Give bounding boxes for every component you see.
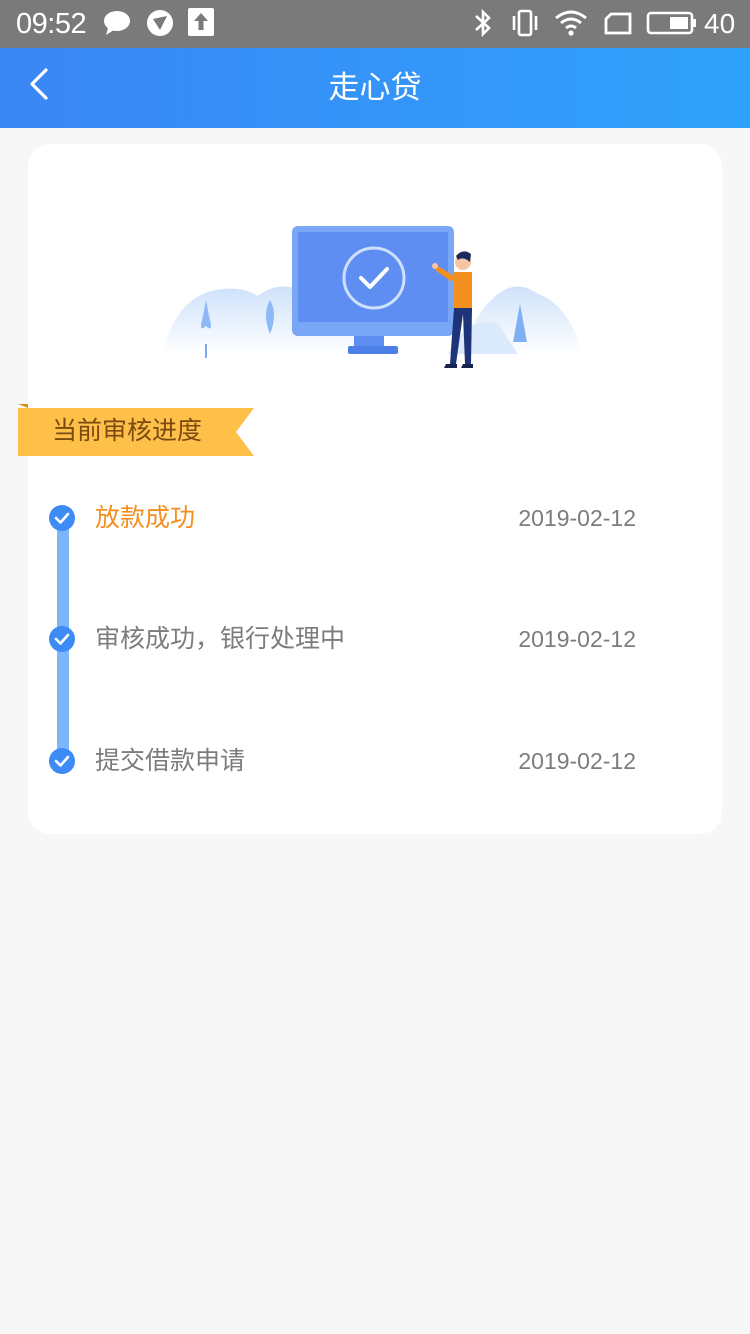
status-time: 09:52 [16, 8, 87, 40]
step-label: 审核成功，银行处理中 [95, 624, 346, 653]
ribbon-label: 当前审核进度 [52, 416, 203, 445]
battery-icon [646, 11, 696, 35]
step-date: 2019-02-12 [518, 626, 636, 652]
battery-level: 40 [704, 8, 736, 39]
timeline-step: 提交借款申请 2019-02-12 [28, 746, 722, 787]
check-circle-icon [49, 748, 75, 774]
app-header: 走心贷 [0, 48, 750, 128]
step-date: 2019-02-12 [518, 748, 636, 774]
upload-icon [188, 8, 214, 36]
check-circle-icon [49, 505, 75, 531]
page-title: 走心贷 [328, 70, 422, 106]
timeline-step: 审核成功，银行处理中 2019-02-12 [28, 624, 722, 665]
check-circle-icon [49, 626, 75, 652]
bluetooth-icon [475, 8, 491, 38]
vibrate-icon [512, 9, 538, 37]
wifi-icon [555, 10, 587, 36]
step-date: 2019-02-12 [518, 505, 636, 531]
status-bar: 09:52 40 [0, 0, 750, 48]
chat-icon [104, 11, 130, 35]
step-label: 放款成功 [95, 503, 196, 532]
timeline-step: 放款成功 2019-02-12 [28, 503, 722, 544]
progress-card: 当前审核进度 放款成功 2019-02-12 审核成功，银行处理中 2019-0… [18, 144, 722, 834]
browser-icon [147, 10, 173, 36]
sim-icon [604, 12, 632, 35]
step-label: 提交借款申请 [95, 746, 246, 775]
